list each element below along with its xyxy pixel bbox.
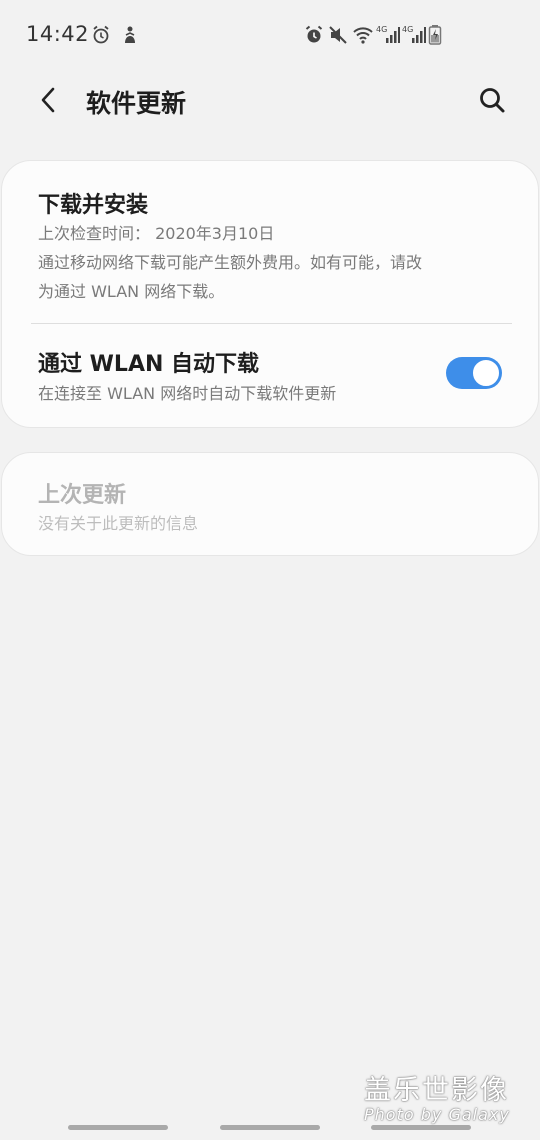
mobile-data-note-line1: 通过移动网络下载可能产生额外费用。如有可能，请改 — [38, 253, 423, 272]
download-install-item[interactable]: 下载并安装 上次检查时间： 2020年3月10日 通过移动网络下载可能产生额外费… — [2, 161, 540, 323]
status-bar: 14:42 4G 4G — [0, 0, 540, 72]
search-button[interactable] — [474, 82, 510, 122]
page-title: 软件更新 — [86, 89, 187, 118]
mute-icon — [327, 24, 349, 46]
accessibility-icon — [119, 24, 141, 46]
wifi-icon — [352, 24, 374, 46]
status-time: 14:42 — [26, 22, 90, 46]
watermark-en: Photo by Galaxy — [364, 1105, 510, 1124]
battery-charging-icon — [428, 24, 442, 46]
alarm-icon — [90, 24, 112, 46]
download-install-title: 下载并安装 — [38, 193, 149, 218]
last-check-time: 上次检查时间： 2020年3月10日 — [38, 224, 275, 243]
signal-4g-icon: 4G — [376, 24, 400, 46]
back-button[interactable] — [30, 82, 66, 122]
nav-recents-pill[interactable] — [68, 1125, 168, 1130]
nav-home-pill[interactable] — [220, 1125, 320, 1130]
download-card: 下载并安装 上次检查时间： 2020年3月10日 通过移动网络下载可能产生额外费… — [1, 160, 539, 428]
watermark-cn: 盖乐世影像 — [364, 1075, 509, 1106]
alarm-icon — [303, 24, 325, 46]
wlan-auto-download-sub: 在连接至 WLAN 网络时自动下载软件更新 — [38, 384, 337, 403]
camera-watermark: 盖乐世影像 Photo by Galaxy — [364, 1068, 524, 1124]
nav-back-pill[interactable] — [371, 1125, 471, 1130]
signal-4g-icon: 4G — [402, 24, 426, 46]
app-bar: 软件更新 — [0, 72, 540, 132]
wlan-auto-download-toggle[interactable] — [446, 357, 502, 389]
network-label: 4G — [376, 25, 387, 34]
network-label: 4G — [402, 25, 413, 34]
search-icon — [478, 86, 506, 118]
last-update-card: 上次更新 没有关于此更新的信息 — [1, 452, 539, 556]
mobile-data-note-line2: 为通过 WLAN 网络下载。 — [38, 282, 225, 301]
wlan-auto-download-title: 通过 WLAN 自动下载 — [38, 352, 260, 377]
last-update-sub: 没有关于此更新的信息 — [38, 514, 199, 533]
chevron-left-icon — [38, 86, 58, 118]
last-update-title: 上次更新 — [38, 483, 127, 508]
toggle-knob — [471, 358, 501, 388]
